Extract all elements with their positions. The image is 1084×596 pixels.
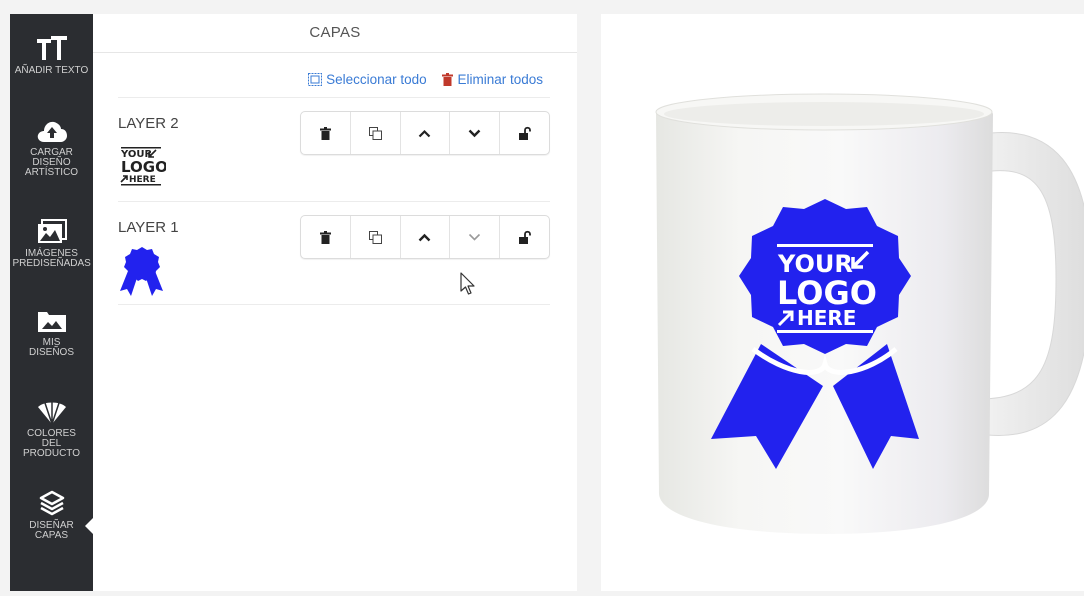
divider: [118, 304, 550, 305]
svg-text:HERE: HERE: [129, 175, 156, 185]
layer-name: LAYER 2: [118, 115, 179, 132]
delete-all-link[interactable]: Eliminar todos: [442, 72, 543, 87]
delete-layer-button[interactable]: [301, 112, 351, 154]
move-down-button[interactable]: [450, 216, 501, 258]
color-fan-icon: [37, 401, 66, 425]
trash-icon: [319, 126, 331, 140]
add-text-label: AÑADIR TEXTO: [14, 65, 89, 76]
cloud-upload-icon: [37, 121, 67, 142]
delete-layer-button[interactable]: [301, 216, 351, 258]
left-toolbar: AÑADIR TEXTO CARGAR DISEÑO ARTÍSTICO IMÁ…: [10, 14, 94, 591]
design-layers-label: DISEÑAR CAPAS: [29, 520, 74, 541]
mouse-cursor-icon: [460, 272, 475, 295]
chevron-up-icon: [419, 129, 431, 137]
layer-thumbnail-logo-text: YOUR LOGO HERE: [120, 147, 166, 186]
add-text-tool[interactable]: AÑADIR TEXTO: [10, 36, 93, 76]
duplicate-layer-button[interactable]: [351, 112, 401, 154]
delete-all-label: Eliminar todos: [457, 72, 543, 87]
unlock-icon: [518, 126, 531, 140]
upload-art-label: CARGAR DISEÑO ARTÍSTICO: [24, 147, 79, 178]
divider: [118, 97, 550, 98]
layer-name: LAYER 1: [118, 219, 179, 236]
layer-row-1[interactable]: LAYER 1: [118, 215, 550, 315]
copy-icon: [368, 230, 382, 244]
select-all-icon: [308, 73, 323, 86]
trash-icon: [319, 230, 331, 244]
chevron-down-icon: [468, 129, 481, 137]
copy-icon: [368, 126, 382, 140]
move-up-button[interactable]: [401, 216, 451, 258]
layers-panel: CAPAS Seleccionar todo Eliminar todos LA…: [93, 14, 577, 591]
lock-layer-button[interactable]: [500, 112, 549, 154]
logo-line-here: HERE: [797, 306, 856, 330]
svg-text:LOGO: LOGO: [121, 158, 166, 176]
folder-image-icon: [37, 312, 66, 332]
lock-layer-button[interactable]: [500, 216, 549, 258]
panel-title: CAPAS: [93, 14, 577, 53]
select-all-label: Seleccionar todo: [326, 72, 427, 87]
text-size-icon: [36, 36, 67, 60]
design-layers-tool[interactable]: DISEÑAR CAPAS: [10, 489, 94, 541]
bulk-actions: Seleccionar todo Eliminar todos: [308, 72, 543, 87]
layer-thumbnail-award-ribbon: [120, 247, 163, 296]
chevron-down-icon: [469, 233, 481, 241]
product-preview: YOUR LOGO HERE: [601, 14, 1084, 591]
move-up-button[interactable]: [401, 112, 451, 154]
move-down-button[interactable]: [450, 112, 501, 154]
my-designs-label: MIS DISEÑOS: [28, 337, 74, 358]
product-colors-label: COLORES DEL PRODUCTO: [22, 428, 81, 459]
duplicate-layer-button[interactable]: [351, 216, 401, 258]
select-all-link[interactable]: Seleccionar todo: [308, 72, 430, 87]
unlock-icon: [518, 230, 531, 244]
layer-actions: [300, 215, 550, 259]
images-icon: [37, 219, 67, 243]
trash-icon: [442, 73, 454, 86]
my-designs-tool[interactable]: MIS DISEÑOS: [10, 308, 93, 358]
upload-art-tool[interactable]: CARGAR DISEÑO ARTÍSTICO: [10, 118, 93, 178]
clipart-label: IMÁGENES PREDISEÑADAS: [12, 248, 91, 269]
layers-icon: [39, 490, 64, 516]
chevron-up-icon: [419, 233, 431, 241]
clipart-tool[interactable]: IMÁGENES PREDISEÑADAS: [10, 219, 93, 269]
divider: [118, 201, 550, 202]
mug-image: YOUR LOGO HERE: [655, 93, 1084, 534]
layer-actions: [300, 111, 550, 155]
product-colors-tool[interactable]: COLORES DEL PRODUCTO: [10, 399, 93, 459]
layer-row-2[interactable]: LAYER 2 YOUR LOGO HERE: [118, 111, 550, 211]
